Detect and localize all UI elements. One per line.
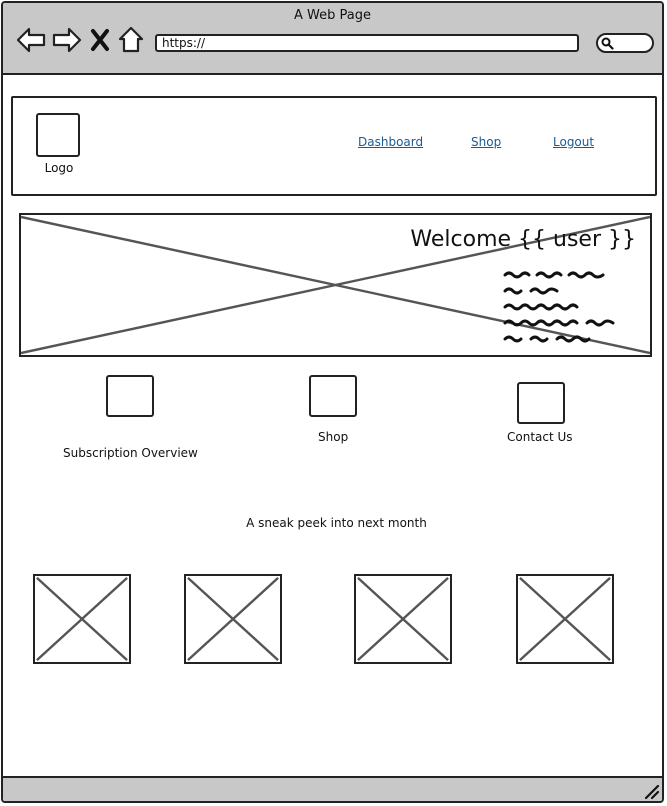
shop-label[interactable]: Shop xyxy=(318,430,348,444)
search-box[interactable] xyxy=(596,33,654,53)
home-icon[interactable] xyxy=(117,23,145,57)
search-icon xyxy=(601,37,614,50)
contact-us-label[interactable]: Contact Us xyxy=(507,430,573,444)
resize-handle-icon[interactable] xyxy=(642,782,660,800)
window-title: A Web Page xyxy=(294,8,371,23)
nav-link-logout[interactable]: Logout xyxy=(553,135,594,149)
subscription-overview-icon[interactable] xyxy=(106,375,154,417)
placeholder-text-scribble xyxy=(503,271,615,343)
nav-link-dashboard[interactable]: Dashboard xyxy=(358,135,423,149)
preview-image-1[interactable] xyxy=(33,574,131,664)
contact-us-icon[interactable] xyxy=(517,382,565,424)
preview-image-3[interactable] xyxy=(354,574,452,664)
back-arrow-icon[interactable] xyxy=(15,23,47,57)
close-x-icon[interactable] xyxy=(89,23,111,57)
hero-banner: Welcome {{ user }} xyxy=(19,213,652,357)
logo-label: Logo xyxy=(44,161,74,175)
hero-title: Welcome {{ user }} xyxy=(410,227,636,252)
preview-image-4[interactable] xyxy=(516,574,614,664)
shop-icon[interactable] xyxy=(309,375,357,417)
nav-link-shop[interactable]: Shop xyxy=(471,135,501,149)
forward-arrow-icon[interactable] xyxy=(51,23,83,57)
site-header: Logo Dashboard Shop Logout xyxy=(11,96,657,196)
preview-image-2[interactable] xyxy=(184,574,282,664)
browser-chrome: A Web Page https:// xyxy=(3,3,662,75)
sneak-peek-heading: A sneak peek into next month xyxy=(246,516,427,530)
status-bar xyxy=(3,776,662,801)
url-input[interactable]: https:// xyxy=(155,34,579,52)
browser-window: A Web Page https:// Logo Dashboard Shop … xyxy=(1,1,664,803)
logo-image[interactable] xyxy=(36,113,80,157)
subscription-overview-label[interactable]: Subscription Overview xyxy=(63,446,198,460)
